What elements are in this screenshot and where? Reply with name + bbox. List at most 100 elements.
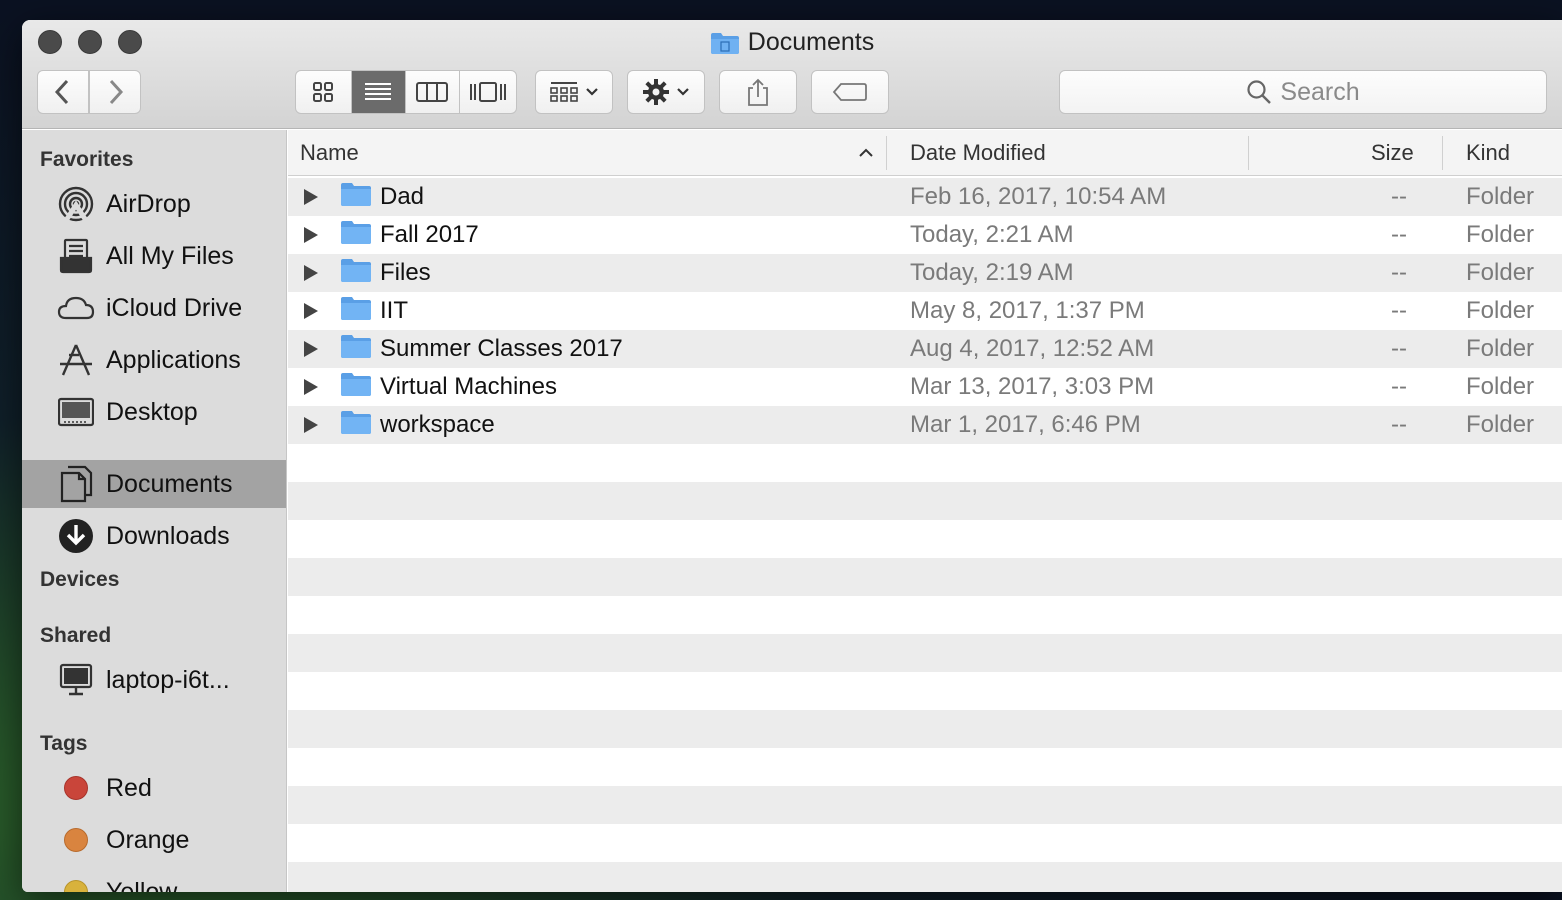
sidebar-item-icloud-drive[interactable]: iCloud Drive — [22, 284, 286, 332]
column-date-modified[interactable]: Date Modified — [910, 130, 1046, 176]
file-date: Today, 2:21 AM — [910, 221, 1074, 248]
chevron-down-icon — [677, 88, 689, 96]
tag-button[interactable] — [811, 70, 889, 114]
file-size: -- — [1391, 373, 1407, 400]
file-date: Today, 2:19 AM — [910, 259, 1074, 286]
sort-ascending-icon — [859, 148, 873, 157]
icon-view-button[interactable] — [296, 71, 352, 113]
disclosure-triangle-icon[interactable] — [304, 227, 318, 243]
file-size: -- — [1391, 221, 1407, 248]
folder-icon — [710, 32, 739, 54]
empty-row — [288, 710, 1562, 748]
folder-icon-wrap — [340, 219, 372, 252]
sidebar-item-shared-computer[interactable]: laptop-i6t... — [22, 656, 286, 704]
favorites-header: Favorites — [40, 148, 134, 171]
window-title-text: Documents — [747, 28, 875, 56]
list-view-icon — [365, 83, 392, 100]
file-name: IIT — [380, 297, 408, 324]
column-separator[interactable] — [1248, 136, 1249, 170]
cover-flow-button[interactable] — [460, 71, 516, 113]
action-button[interactable] — [627, 70, 705, 114]
column-separator[interactable] — [886, 136, 887, 170]
chevron-left-icon — [54, 79, 69, 105]
sidebar-item-label: Orange — [106, 825, 190, 854]
folder-icon — [341, 296, 371, 320]
folder-icon — [341, 372, 371, 396]
column-separator[interactable] — [1442, 136, 1443, 170]
sidebar-item-tag-yellow[interactable]: Yellow — [22, 868, 286, 892]
icon-view-icon — [313, 82, 334, 102]
arrange-button[interactable] — [535, 70, 613, 114]
table-row[interactable]: Dad Feb 16, 2017, 10:54 AM -- Folder — [288, 178, 1562, 216]
sidebar-item-downloads[interactable]: Downloads — [22, 512, 286, 560]
file-name: Fall 2017 — [380, 221, 479, 248]
table-row[interactable]: Fall 2017 Today, 2:21 AM -- Folder — [288, 216, 1562, 254]
sidebar-item-all-my-files[interactable]: All My Files — [22, 232, 286, 280]
file-date: May 8, 2017, 1:37 PM — [910, 297, 1145, 324]
table-row[interactable]: Files Today, 2:19 AM -- Folder — [288, 254, 1562, 292]
sidebar-item-tag-orange[interactable]: Orange — [22, 816, 286, 864]
table-row[interactable]: Summer Classes 2017 Aug 4, 2017, 12:52 AM… — [288, 330, 1562, 368]
disclosure-triangle-icon[interactable] — [304, 379, 318, 395]
disclosure-triangle-icon[interactable] — [304, 265, 318, 281]
empty-row — [288, 444, 1562, 482]
documents-icon — [56, 464, 96, 504]
sidebar-item-tag-red[interactable]: Red — [22, 764, 286, 812]
empty-row — [288, 558, 1562, 596]
list-view-button[interactable] — [351, 71, 406, 113]
folder-icon-wrap — [340, 181, 372, 214]
table-row[interactable]: workspace Mar 1, 2017, 6:46 PM -- Folder — [288, 406, 1562, 444]
folder-icon — [341, 410, 371, 434]
column-name[interactable]: Name — [300, 130, 886, 176]
devices-header: Devices — [40, 568, 120, 591]
sidebar-item-documents[interactable]: Documents — [22, 460, 286, 508]
folder-icon-wrap — [340, 371, 372, 404]
disclosure-triangle-icon[interactable] — [304, 303, 318, 319]
chevron-right-icon — [109, 79, 124, 105]
empty-row — [288, 824, 1562, 862]
sidebar-item-label: Applications — [106, 345, 241, 374]
sidebar-item-label: All My Files — [106, 241, 234, 270]
search-field[interactable]: Search — [1059, 70, 1547, 114]
disclosure-triangle-icon[interactable] — [304, 417, 318, 433]
folder-icon — [341, 334, 371, 358]
file-kind: Folder — [1466, 221, 1535, 248]
sidebar-item-airdrop[interactable]: AirDrop — [22, 180, 286, 228]
sidebar-item-label: Downloads — [106, 521, 230, 550]
share-button[interactable] — [719, 70, 797, 114]
empty-row — [288, 634, 1562, 672]
applications-icon — [56, 340, 96, 380]
empty-row — [288, 596, 1562, 634]
file-size: -- — [1391, 335, 1407, 362]
file-name: Files — [380, 259, 431, 286]
table-row[interactable]: IIT May 8, 2017, 1:37 PM -- Folder — [288, 292, 1562, 330]
sidebar-item-label: iCloud Drive — [106, 293, 243, 322]
sidebar-item-applications[interactable]: Applications — [22, 336, 286, 384]
column-kind[interactable]: Kind — [1466, 130, 1510, 176]
disclosure-triangle-icon[interactable] — [304, 189, 318, 205]
disclosure-triangle-icon[interactable] — [304, 341, 318, 357]
view-switcher — [295, 70, 517, 114]
forward-button[interactable] — [89, 70, 141, 114]
tag-dot-yellow — [64, 880, 88, 892]
chevron-down-icon — [586, 88, 598, 96]
folder-icon-wrap — [340, 295, 372, 328]
file-kind: Folder — [1466, 411, 1535, 438]
sidebar-item-label: Desktop — [106, 397, 198, 426]
back-button[interactable] — [37, 70, 89, 114]
file-name: Summer Classes 2017 — [380, 335, 623, 362]
column-view-button[interactable] — [406, 71, 460, 113]
folder-icon-wrap — [340, 333, 372, 366]
sidebar-item-desktop[interactable]: Desktop — [22, 388, 286, 436]
file-kind: Folder — [1466, 335, 1535, 362]
file-list: Name Date Modified Size Kind Dad Feb 16, … — [288, 130, 1562, 892]
file-date: Mar 13, 2017, 3:03 PM — [910, 373, 1155, 400]
sidebar-item-label: Red — [106, 773, 152, 802]
tag-dot-orange — [64, 828, 88, 852]
file-date: Aug 4, 2017, 12:52 AM — [910, 335, 1155, 362]
column-size[interactable]: Size — [1371, 130, 1414, 176]
table-row[interactable]: Virtual Machines Mar 13, 2017, 3:03 PM -- F… — [288, 368, 1562, 406]
file-date: Feb 16, 2017, 10:54 AM — [910, 183, 1167, 210]
folder-icon-wrap — [340, 409, 372, 442]
search-icon — [1247, 80, 1272, 104]
